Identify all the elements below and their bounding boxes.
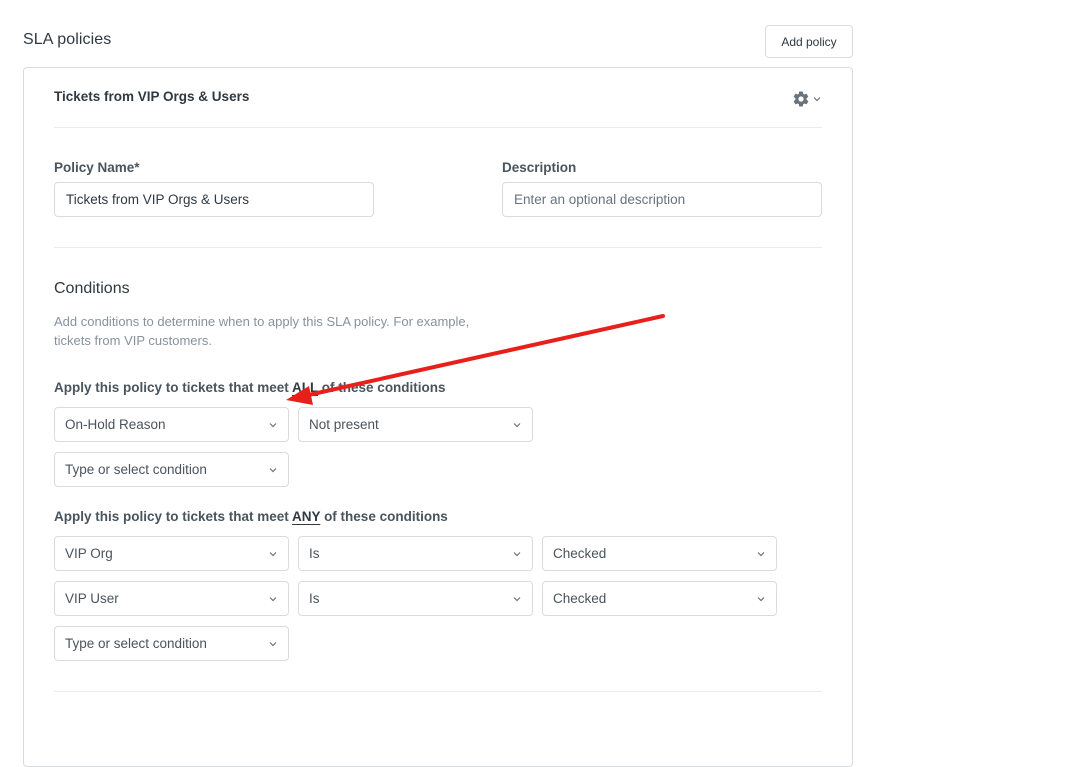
- select-value: On-Hold Reason: [65, 417, 166, 432]
- any-condition-field-select[interactable]: VIP User: [54, 581, 289, 616]
- select-value: Is: [309, 546, 320, 561]
- select-value: Is: [309, 591, 320, 606]
- policy-settings-menu[interactable]: [792, 89, 824, 109]
- chevron-down-icon: [512, 549, 522, 559]
- any-add-condition-select[interactable]: Type or select condition: [54, 626, 289, 661]
- select-value: Checked: [553, 591, 607, 606]
- any-condition-operator-select[interactable]: Is: [298, 536, 533, 571]
- all-condition-field-select[interactable]: On-Hold Reason: [54, 407, 289, 442]
- chevron-down-icon: [512, 594, 522, 604]
- label-suffix: of these conditions: [320, 509, 448, 524]
- gear-icon: [793, 91, 809, 107]
- any-keyword: ANY: [292, 509, 321, 524]
- select-value: VIP User: [65, 591, 119, 606]
- any-condition-value-select[interactable]: Checked: [542, 581, 777, 616]
- helper-line: Add conditions to determine when to appl…: [54, 314, 470, 329]
- chevron-down-icon: [813, 97, 821, 102]
- all-conditions-label: Apply this policy to tickets that meet A…: [54, 380, 446, 395]
- divider: [54, 691, 822, 692]
- chevron-down-icon: [756, 594, 766, 604]
- chevron-down-icon: [512, 420, 522, 430]
- chevron-down-icon: [268, 465, 278, 475]
- conditions-helper-text: Add conditions to determine when to appl…: [54, 312, 524, 350]
- divider: [54, 247, 822, 248]
- policy-card-title: Tickets from VIP Orgs & Users: [54, 89, 250, 104]
- chevron-down-icon: [268, 639, 278, 649]
- description-label: Description: [502, 160, 577, 175]
- any-condition-value-select[interactable]: Checked: [542, 536, 777, 571]
- chevron-down-icon: [268, 420, 278, 430]
- select-value: VIP Org: [65, 546, 113, 561]
- label-suffix: of these conditions: [318, 380, 446, 395]
- any-condition-operator-select[interactable]: Is: [298, 581, 533, 616]
- chevron-down-icon: [756, 549, 766, 559]
- all-add-condition-select[interactable]: Type or select condition: [54, 452, 289, 487]
- select-value: Not present: [309, 417, 379, 432]
- helper-line: tickets from VIP customers.: [54, 333, 212, 348]
- chevron-down-icon: [268, 549, 278, 559]
- select-placeholder: Type or select condition: [65, 636, 207, 651]
- select-placeholder: Type or select condition: [65, 462, 207, 477]
- all-keyword: ALL: [292, 380, 319, 395]
- conditions-title: Conditions: [54, 280, 130, 297]
- label-prefix: Apply this policy to tickets that meet: [54, 380, 293, 395]
- select-value: Checked: [553, 546, 607, 561]
- page-title: SLA policies: [23, 31, 112, 48]
- any-condition-field-select[interactable]: VIP Org: [54, 536, 289, 571]
- any-conditions-label: Apply this policy to tickets that meet A…: [54, 509, 448, 524]
- label-prefix: Apply this policy to tickets that meet: [54, 509, 293, 524]
- divider: [54, 127, 822, 128]
- policy-name-label: Policy Name*: [54, 160, 140, 175]
- all-condition-operator-select[interactable]: Not present: [298, 407, 533, 442]
- add-policy-button[interactable]: Add policy: [765, 25, 853, 58]
- description-input[interactable]: [502, 182, 822, 217]
- chevron-down-icon: [268, 594, 278, 604]
- policy-name-input[interactable]: [54, 182, 374, 217]
